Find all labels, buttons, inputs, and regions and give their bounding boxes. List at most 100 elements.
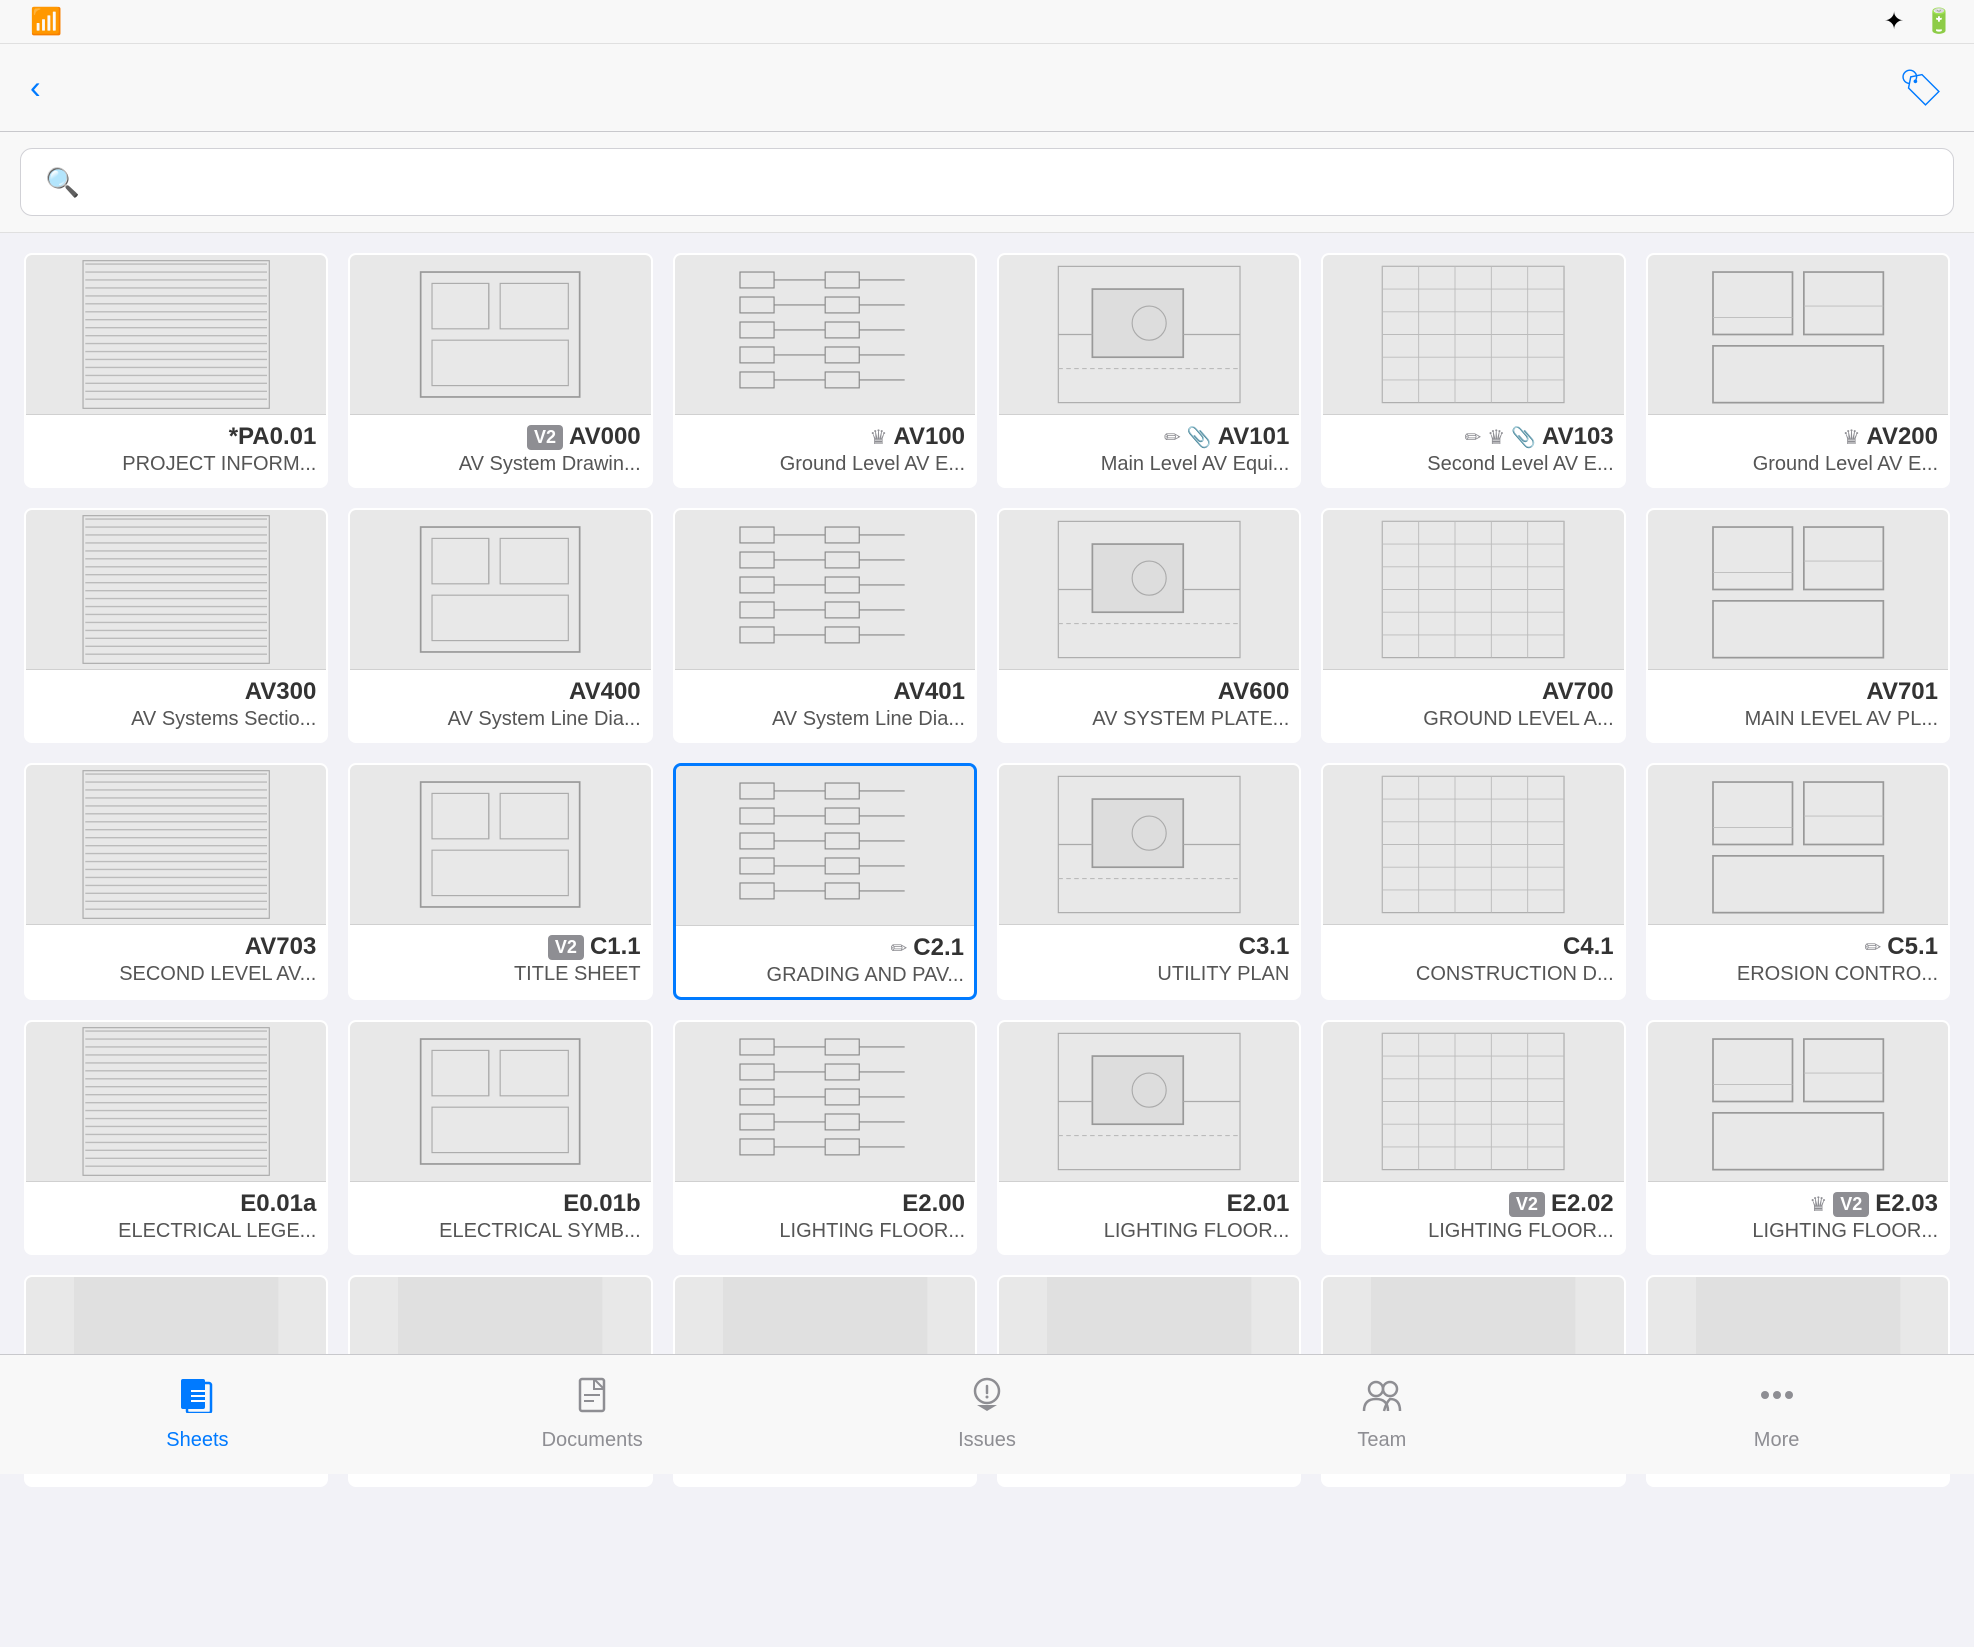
- sheet-meta: AV401: [685, 678, 965, 706]
- sheet-info: AV701 MAIN LEVEL AV PL...: [1648, 670, 1948, 741]
- sheet-item[interactable]: C3.1 UTILITY PLAN: [997, 763, 1301, 1000]
- sheet-item[interactable]: E2.00 LIGHTING FLOOR...: [673, 1020, 977, 1255]
- sheet-title: AV System Line Dia...: [360, 708, 640, 731]
- sheet-item[interactable]: ✏ C5.1 EROSION CONTRO...: [1646, 763, 1950, 1000]
- sheet-meta: ✏📎 AV101: [1009, 423, 1289, 451]
- sheet-info: V2 E2.02 LIGHTING FLOOR...: [1323, 1182, 1623, 1253]
- version-badge: V2: [1509, 1192, 1545, 1217]
- sheet-item[interactable]: AV701 MAIN LEVEL AV PL...: [1646, 508, 1950, 743]
- tag-icon[interactable]: 🏷: [1898, 67, 1944, 109]
- search-bar[interactable]: 🔍: [20, 148, 1954, 216]
- crown-icon: ♛: [1809, 1192, 1827, 1217]
- sheet-item[interactable]: AV703 SECOND LEVEL AV...: [24, 763, 328, 1000]
- sheet-title: Main Level AV Equi...: [1009, 453, 1289, 476]
- version-badge: V2: [548, 935, 584, 960]
- tab-more[interactable]: More: [1579, 1377, 1974, 1452]
- sheet-thumbnail: [26, 510, 326, 670]
- tab-label-issues: Issues: [958, 1429, 1016, 1452]
- crown-icon: ♛: [1487, 425, 1505, 450]
- tab-documents[interactable]: Documents: [395, 1377, 790, 1452]
- sheet-meta: AV700: [1333, 678, 1613, 706]
- sheet-meta: ♛ AV200: [1658, 423, 1938, 451]
- sheet-title: Ground Level AV E...: [1658, 453, 1938, 476]
- sheet-item[interactable]: E0.01a ELECTRICAL LEGE...: [24, 1020, 328, 1255]
- team-tab-icon: [1360, 1377, 1404, 1423]
- sheet-thumbnail: [1323, 765, 1623, 925]
- sheet-item[interactable]: V2 E2.02 LIGHTING FLOOR...: [1321, 1020, 1625, 1255]
- sheet-meta: AV701: [1658, 678, 1938, 706]
- wifi-icon: 📶: [30, 6, 62, 37]
- sheet-item[interactable]: C4.1 CONSTRUCTION D...: [1321, 763, 1625, 1000]
- sheet-item[interactable]: ♛ AV100 Ground Level AV E...: [673, 253, 977, 488]
- tab-bar: Sheets Documents Issues Team More: [0, 1354, 1974, 1474]
- sheet-item[interactable]: ♛ V2 E2.03 LIGHTING FLOOR...: [1646, 1020, 1950, 1255]
- sheet-item[interactable]: V2 AV000 AV System Drawin...: [348, 253, 652, 488]
- sheet-title: AV System Line Dia...: [685, 708, 965, 731]
- sheet-item[interactable]: E0.01b ELECTRICAL SYMB...: [348, 1020, 652, 1255]
- sheet-thumbnail: [675, 1022, 975, 1182]
- sheet-number: E2.00: [902, 1190, 965, 1218]
- tab-label-team: Team: [1357, 1429, 1406, 1452]
- sheet-item[interactable]: AV300 AV Systems Sectio...: [24, 508, 328, 743]
- tab-issues[interactable]: Issues: [790, 1377, 1185, 1452]
- sheet-meta: C3.1: [1009, 933, 1289, 961]
- sheet-title: ELECTRICAL SYMB...: [360, 1220, 640, 1243]
- sheet-title: LIGHTING FLOOR...: [1333, 1220, 1613, 1243]
- sheet-title: CONSTRUCTION D...: [1333, 963, 1613, 986]
- sheet-info: AV703 SECOND LEVEL AV...: [26, 925, 326, 996]
- sheet-item[interactable]: AV400 AV System Line Dia...: [348, 508, 652, 743]
- sheet-number: C1.1: [590, 933, 641, 961]
- sheet-item[interactable]: AV600 AV SYSTEM PLATE...: [997, 508, 1301, 743]
- sheet-meta: ✏ C5.1: [1658, 933, 1938, 961]
- sheet-item[interactable]: E2.01 LIGHTING FLOOR...: [997, 1020, 1301, 1255]
- status-left: 📶: [20, 6, 62, 37]
- sheet-number: AV703: [245, 933, 317, 961]
- sheet-number: *PA0.01: [229, 423, 317, 451]
- sheet-number: AV100: [893, 423, 965, 451]
- sheet-thumbnail: [350, 1022, 650, 1182]
- sheet-item[interactable]: ♛ AV200 Ground Level AV E...: [1646, 253, 1950, 488]
- sheet-meta: AV300: [36, 678, 316, 706]
- sheet-number: E2.02: [1551, 1190, 1614, 1218]
- sheet-meta: ♛ V2 E2.03: [1658, 1190, 1938, 1218]
- back-button[interactable]: ‹: [30, 69, 47, 106]
- tab-label-documents: Documents: [542, 1429, 643, 1452]
- sheet-title: GRADING AND PAV...: [686, 964, 964, 987]
- sheet-meta: ✏ C2.1: [686, 934, 964, 962]
- sheet-info: ✏📎 AV101 Main Level AV Equi...: [999, 415, 1299, 486]
- sheet-info: E2.00 LIGHTING FLOOR...: [675, 1182, 975, 1253]
- sheet-info: *PA0.01 PROJECT INFORM...: [26, 415, 326, 486]
- nav-bar: ‹ 🏷: [0, 44, 1974, 132]
- sheet-item[interactable]: ✏♛📎 AV103 Second Level AV E...: [1321, 253, 1625, 488]
- pen-icon: ✏: [1865, 935, 1882, 960]
- tab-sheets[interactable]: Sheets: [0, 1377, 395, 1452]
- sheet-item[interactable]: *PA0.01 PROJECT INFORM...: [24, 253, 328, 488]
- sheet-item[interactable]: ✏📎 AV101 Main Level AV Equi...: [997, 253, 1301, 488]
- sheet-thumbnail: [675, 510, 975, 670]
- sheet-info: E0.01b ELECTRICAL SYMB...: [350, 1182, 650, 1253]
- sheet-thumbnail: [1648, 255, 1948, 415]
- sheet-item[interactable]: V2 C1.1 TITLE SHEET: [348, 763, 652, 1000]
- tab-team[interactable]: Team: [1184, 1377, 1579, 1452]
- sheet-item[interactable]: AV700 GROUND LEVEL A...: [1321, 508, 1625, 743]
- sheet-thumbnail: [999, 510, 1299, 670]
- tab-label-sheets: Sheets: [166, 1429, 228, 1452]
- sheet-meta: E0.01a: [36, 1190, 316, 1218]
- more-tab-icon: [1757, 1377, 1797, 1423]
- sheet-title: PROJECT INFORM...: [36, 453, 316, 476]
- sheet-item[interactable]: AV401 AV System Line Dia...: [673, 508, 977, 743]
- sheet-title: MAIN LEVEL AV PL...: [1658, 708, 1938, 731]
- sheet-number: C3.1: [1239, 933, 1290, 961]
- sheet-title: SECOND LEVEL AV...: [36, 963, 316, 986]
- sheet-number: E2.03: [1875, 1190, 1938, 1218]
- sheet-info: ♛ AV200 Ground Level AV E...: [1648, 415, 1948, 486]
- sheet-number: E2.01: [1227, 1190, 1290, 1218]
- paperclip-icon: 📎: [1511, 425, 1536, 450]
- sheet-meta: *PA0.01: [36, 423, 316, 451]
- sheet-number: AV101: [1218, 423, 1290, 451]
- sheet-item[interactable]: ✏ C2.1 GRADING AND PAV...: [673, 763, 977, 1000]
- status-right: ✦ 🔋: [1884, 7, 1954, 36]
- sheet-meta: E2.01: [1009, 1190, 1289, 1218]
- sheet-thumbnail: [999, 1022, 1299, 1182]
- sheet-meta: E2.00: [685, 1190, 965, 1218]
